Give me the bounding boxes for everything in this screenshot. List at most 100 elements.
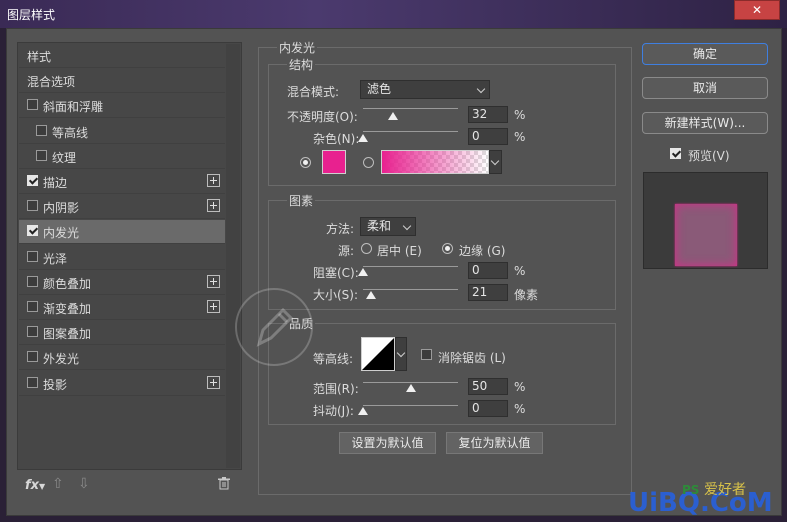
choke-label: 阻塞(C): <box>313 266 359 280</box>
move-down-icon[interactable]: ⇩ <box>78 476 90 492</box>
size-slider-track[interactable] <box>363 289 458 290</box>
style-item[interactable]: 颜色叠加 <box>19 271 225 295</box>
style-item-checkbox[interactable] <box>27 351 38 363</box>
style-item-label: 渐变叠加 <box>43 302 92 316</box>
method-select[interactable]: 柔和 <box>360 217 416 236</box>
preview-label: 预览(V) <box>688 149 730 163</box>
style-item[interactable]: 等高线 <box>19 120 225 144</box>
blend-mode-select[interactable]: 滤色 <box>360 80 490 99</box>
style-item[interactable]: 内发光 <box>19 220 225 245</box>
style-item[interactable]: 描边 <box>19 170 225 194</box>
opacity-slider-thumb[interactable] <box>388 112 399 120</box>
style-item[interactable]: 内阴影 <box>19 195 225 220</box>
range-label: 范围(R): <box>313 382 359 396</box>
noise-slider-thumb[interactable] <box>358 134 368 142</box>
style-item-checkbox[interactable] <box>27 301 38 312</box>
style-item-checkbox[interactable] <box>27 225 38 237</box>
glow-gradient-swatch[interactable] <box>381 150 489 174</box>
style-item-label: 颜色叠加 <box>43 276 92 291</box>
choke-slider-thumb[interactable] <box>358 268 368 276</box>
add-icon[interactable] <box>207 174 220 187</box>
style-item-checkbox[interactable] <box>36 149 47 161</box>
range-percent: % <box>514 380 526 394</box>
style-item[interactable]: 斜面和浮雕 <box>19 94 225 119</box>
opacity-slider-track[interactable] <box>363 108 458 109</box>
size-unit: 像素 <box>514 288 539 302</box>
range-slider-thumb[interactable] <box>405 384 416 392</box>
style-item-checkbox[interactable] <box>27 200 38 212</box>
style-item[interactable]: 外发光 <box>19 346 225 371</box>
styles-list-scrollbar[interactable] <box>226 44 240 468</box>
glow-color-swatch[interactable] <box>322 150 346 174</box>
source-center-radio[interactable] <box>361 243 372 254</box>
fx-label: fx <box>25 478 40 493</box>
antialias-label: 消除锯齿 (L) <box>438 351 506 365</box>
opacity-input[interactable]: 32 <box>468 106 508 123</box>
gradient-dropdown[interactable] <box>489 150 502 174</box>
contour-dropdown[interactable] <box>395 337 407 371</box>
color-mode-radio[interactable] <box>300 157 311 168</box>
svg-text:UiBQ.CoM: UiBQ.CoM <box>628 488 773 518</box>
style-item-label: 投影 <box>43 377 68 392</box>
style-item[interactable]: 样式 <box>19 44 225 68</box>
style-item[interactable]: 纹理 <box>19 145 225 169</box>
ok-button[interactable]: 确定 <box>642 43 768 65</box>
choke-slider-track[interactable] <box>363 266 458 267</box>
style-item[interactable]: 投影 <box>19 372 225 396</box>
noise-input[interactable]: 0 <box>468 128 508 145</box>
size-slider-thumb[interactable] <box>366 291 377 299</box>
style-item-checkbox[interactable] <box>27 326 38 338</box>
noise-slider-track[interactable] <box>363 131 458 132</box>
preview-checkbox[interactable] <box>670 148 681 159</box>
size-input[interactable]: 21 <box>468 284 508 301</box>
chevron-down-icon <box>490 156 500 166</box>
style-item-checkbox[interactable] <box>27 376 38 388</box>
contour-label: 等高线: <box>313 352 354 366</box>
source-label: 源: <box>338 244 355 258</box>
trash-icon[interactable] <box>218 477 230 490</box>
jitter-percent: % <box>514 402 526 416</box>
blend-mode-value: 滤色 <box>367 82 392 96</box>
close-button[interactable]: ✕ <box>734 0 780 20</box>
style-item-checkbox[interactable] <box>27 175 38 186</box>
set-default-button[interactable]: 设置为默认值 <box>339 432 436 454</box>
jitter-slider-track[interactable] <box>363 405 458 406</box>
style-item-checkbox[interactable] <box>27 250 38 262</box>
style-item[interactable]: 图案叠加 <box>19 321 225 346</box>
source-edge-radio[interactable] <box>442 243 453 254</box>
style-item[interactable]: 光泽 <box>19 246 225 270</box>
opacity-percent: % <box>514 108 526 122</box>
svg-text:PS: PS <box>682 483 699 497</box>
range-input[interactable]: 50 <box>468 378 508 395</box>
reset-default-button[interactable]: 复位为默认值 <box>446 432 543 454</box>
new-style-button[interactable]: 新建样式(W)... <box>642 112 768 134</box>
move-up-icon[interactable]: ⇧ <box>52 476 64 492</box>
jitter-slider-thumb[interactable] <box>358 407 368 415</box>
contour-picker[interactable] <box>361 337 395 371</box>
style-item[interactable]: 混合选项 <box>19 69 225 94</box>
cancel-button[interactable]: 取消 <box>642 77 768 99</box>
choke-input[interactable]: 0 <box>468 262 508 279</box>
method-label: 方法: <box>326 222 355 236</box>
opacity-label: 不透明度(O): <box>287 110 358 124</box>
add-icon[interactable] <box>207 300 220 313</box>
style-item-label: 等高线 <box>52 125 89 140</box>
styles-list-panel: 样式混合选项 斜面和浮雕等高线纹理 描边 内阴影 内发光 光泽颜色叠加渐变叠加图案叠加 外发… <box>17 42 242 470</box>
gradient-mode-radio[interactable] <box>363 157 374 168</box>
style-item-checkbox[interactable] <box>27 275 38 287</box>
style-item-label: 样式 <box>27 50 52 64</box>
antialias-checkbox[interactable] <box>421 349 432 360</box>
preview-square <box>675 204 737 266</box>
fx-button[interactable]: fx▼ <box>25 478 45 493</box>
add-icon[interactable] <box>207 375 220 389</box>
blend-mode-label: 混合模式: <box>287 85 340 99</box>
style-item-checkbox[interactable] <box>36 124 47 136</box>
jitter-label: 抖动(J): <box>313 404 354 418</box>
add-icon[interactable] <box>207 274 220 288</box>
range-slider-track[interactable] <box>363 382 458 383</box>
style-item[interactable]: 渐变叠加 <box>19 296 225 320</box>
close-icon: ✕ <box>751 3 763 17</box>
add-icon[interactable] <box>207 199 220 213</box>
jitter-input[interactable]: 0 <box>468 400 508 417</box>
style-item-checkbox[interactable] <box>27 99 38 111</box>
